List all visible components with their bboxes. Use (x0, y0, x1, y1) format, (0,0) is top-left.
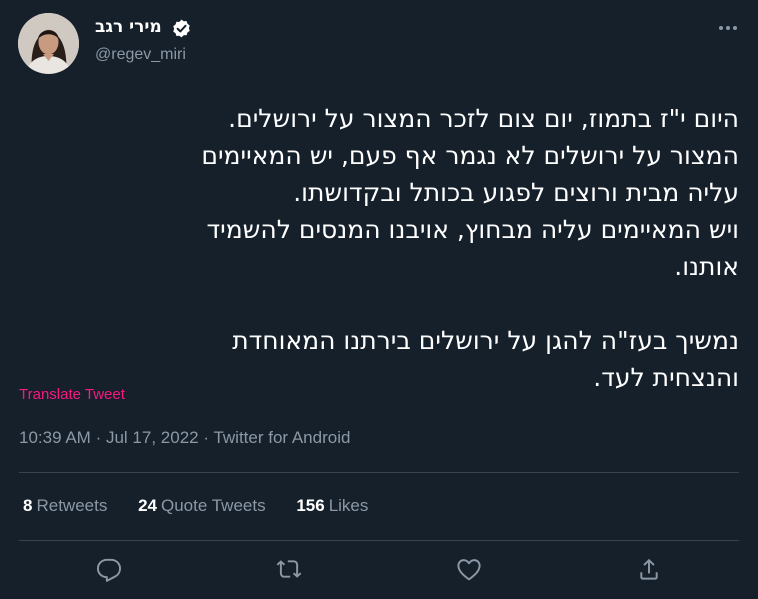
retweets-label: Retweets (36, 496, 108, 515)
retweet-icon[interactable] (276, 556, 302, 582)
meta-separator: · (95, 428, 102, 447)
tweet-stats: 8 Retweets 24 Quote Tweets 156 Likes (23, 496, 394, 516)
reply-icon[interactable] (96, 556, 122, 582)
tweet-source[interactable]: Twitter for Android (213, 428, 350, 447)
tweet-date[interactable]: Jul 17, 2022 (106, 428, 199, 447)
avatar[interactable] (18, 13, 79, 74)
divider (19, 540, 739, 541)
tweet-text: היום י"ז בתמוז, יום צום לזכר המצור על יר… (18, 100, 739, 396)
tweet-text-line: המצור על ירושלים לא נגמר אף פעם, יש המאי… (201, 141, 739, 170)
tweet-text-line: עליה מבית ורוצים לפגוע בכותל ובקדושתו. (293, 178, 739, 207)
tweet-metadata: 10:39 AM · Jul 17, 2022 · Twitter for An… (19, 428, 350, 448)
quote-tweets-stat[interactable]: 24 Quote Tweets (138, 496, 266, 515)
tweet-text-line: אותנו. (674, 252, 739, 281)
avatar-portrait (18, 13, 79, 74)
tweet-text-line: ויש המאיימים עליה מבחוץ, אויבנו המנסים ל… (206, 215, 739, 244)
retweets-stat[interactable]: 8 Retweets (23, 496, 107, 515)
meta-separator: · (203, 428, 210, 447)
retweets-count: 8 (23, 496, 33, 515)
tweet-actions (0, 556, 758, 586)
likes-label: Likes (328, 496, 369, 515)
tweet-text-line: היום י"ז בתמוז, יום צום לזכר המצור על יר… (228, 104, 739, 133)
tweet-text-line: והנצחית לעד. (593, 363, 739, 392)
translate-tweet-link[interactable]: Translate Tweet (19, 386, 125, 403)
like-icon[interactable] (456, 556, 482, 582)
author-display-name[interactable]: מירי רגב (95, 17, 162, 37)
quote-tweets-count: 24 (138, 496, 157, 515)
verified-badge-icon (173, 19, 190, 38)
tweet-time[interactable]: 10:39 AM (19, 428, 91, 447)
author-handle[interactable]: @regev_miri (95, 46, 186, 64)
tweet-text-line: נמשיך בעז"ה להגן על ירושלים בירתנו המאוח… (232, 326, 739, 355)
quote-tweets-label: Quote Tweets (161, 496, 266, 515)
share-icon[interactable] (636, 556, 662, 582)
likes-stat[interactable]: 156 Likes (296, 496, 368, 515)
more-options-icon[interactable] (718, 22, 738, 34)
divider (19, 472, 739, 473)
likes-count: 156 (296, 496, 325, 515)
